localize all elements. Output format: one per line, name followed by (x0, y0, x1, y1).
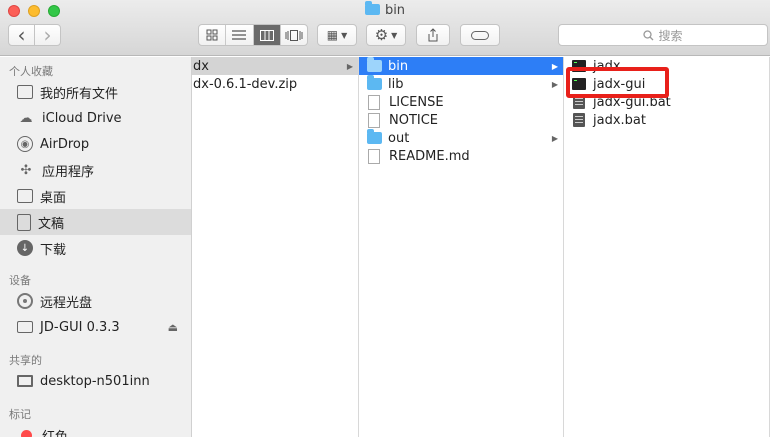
annotation-highlight-box (566, 67, 669, 98)
airdrop-icon: ◉ (17, 136, 33, 152)
computer-icon (17, 375, 33, 387)
share-button[interactable] (416, 24, 450, 46)
shared-header: 共享的 (9, 354, 42, 367)
forward-button[interactable]: › (34, 24, 61, 46)
chevron-down-icon: ▼ (341, 30, 348, 40)
search-icon (643, 29, 654, 40)
downloads-icon: ↓ (17, 240, 33, 256)
document-icon (368, 112, 380, 128)
sidebar-item-remote-disc[interactable]: 远程光盘 (0, 288, 191, 314)
window-title: bin (0, 1, 770, 18)
list-item-notice[interactable]: NOTICE (359, 111, 563, 129)
search-field[interactable]: 搜索 (558, 24, 768, 46)
eject-icon[interactable]: ⏏ (168, 321, 178, 334)
sidebar-item-airdrop[interactable]: ◉ AirDrop (0, 131, 191, 157)
list-item-lib[interactable]: lib ▶ (359, 75, 563, 93)
share-icon (428, 28, 438, 42)
chevron-left-icon: ‹ (17, 23, 26, 47)
folder-icon (364, 1, 380, 15)
document-icon (368, 148, 380, 164)
chevron-right-icon: ▶ (551, 133, 558, 143)
icon-view-icon[interactable] (199, 25, 227, 45)
cloud-icon: ☁ (19, 110, 33, 126)
folder-icon (367, 75, 382, 90)
folder-icon (367, 129, 382, 144)
list-view-icon[interactable] (226, 25, 254, 45)
column-1: dx ▶ dx-0.6.1-dev.zip (192, 57, 359, 437)
list-item-dx-zip[interactable]: dx-0.6.1-dev.zip (192, 75, 358, 93)
column-3: jadx jadx-gui jadx-gui.bat jadx.bat (564, 57, 770, 437)
window-toolbar: bin ‹ › ▦ ▼ ⚙ ▼ 搜索 (0, 0, 770, 56)
list-item-readme[interactable]: README.md (359, 147, 563, 165)
documents-icon (17, 213, 31, 231)
sidebar-item-applications[interactable]: ✣ 应用程序 (0, 157, 191, 183)
back-button[interactable]: ‹ (8, 24, 35, 46)
desktop-icon (17, 189, 33, 203)
list-item-bin[interactable]: bin ▶ (359, 57, 563, 75)
chevron-right-icon: ▶ (551, 61, 558, 71)
sidebar: 个人收藏 我的所有文件 ☁ iCloud Drive ◉ AirDrop ✣ 应… (0, 57, 192, 437)
sidebar-item-documents[interactable]: 文稿 (0, 209, 191, 235)
search-placeholder: 搜索 (658, 28, 683, 43)
tag-icon (471, 30, 489, 40)
script-file-icon (573, 113, 585, 127)
grid-icon: ▦ (326, 28, 339, 42)
remote-disc-icon (17, 293, 33, 309)
devices-header: 设备 (9, 274, 31, 287)
red-tag-icon (21, 429, 32, 437)
list-item-jadx-bat[interactable]: jadx.bat (564, 111, 769, 129)
view-mode-control (198, 24, 308, 46)
list-item-license[interactable]: LICENSE (359, 93, 563, 111)
list-item-dx[interactable]: dx ▶ (192, 57, 358, 75)
chevron-right-icon: ▶ (346, 61, 353, 71)
tags-header: 标记 (9, 408, 31, 421)
sidebar-item-jd-gui[interactable]: JD-GUI 0.3.3 ⏏ (0, 314, 191, 340)
folder-icon (367, 57, 382, 72)
column-view-icon[interactable] (253, 25, 281, 45)
applications-icon: ✣ (20, 162, 32, 178)
chevron-down-icon: ▼ (391, 30, 398, 40)
coverflow-view-icon[interactable] (281, 25, 307, 45)
sidebar-item-desktop-n501inn[interactable]: desktop-n501inn (0, 368, 191, 394)
drive-icon (17, 321, 33, 333)
edit-tags-button[interactable] (460, 24, 500, 46)
gear-icon: ⚙ (374, 26, 389, 44)
arrange-menu-button[interactable]: ▦ ▼ (317, 24, 357, 46)
sidebar-item-icloud-drive[interactable]: ☁ iCloud Drive (0, 105, 191, 131)
sidebar-item-tag-red[interactable]: 红色 (0, 422, 191, 437)
column-2: bin ▶ lib ▶ LICENSE NOTICE out ▶ README.… (359, 57, 564, 437)
list-item-out[interactable]: out ▶ (359, 129, 563, 147)
sidebar-item-desktop[interactable]: 桌面 (0, 183, 191, 209)
sidebar-item-all-files[interactable]: 我的所有文件 (0, 79, 191, 105)
action-menu-button[interactable]: ⚙ ▼ (366, 24, 406, 46)
sidebar-item-downloads[interactable]: ↓ 下载 (0, 235, 191, 261)
favorites-header: 个人收藏 (9, 65, 53, 78)
all-files-icon (17, 85, 33, 99)
chevron-right-icon: ▶ (551, 79, 558, 89)
chevron-right-icon: › (43, 23, 52, 47)
document-icon (368, 94, 380, 110)
